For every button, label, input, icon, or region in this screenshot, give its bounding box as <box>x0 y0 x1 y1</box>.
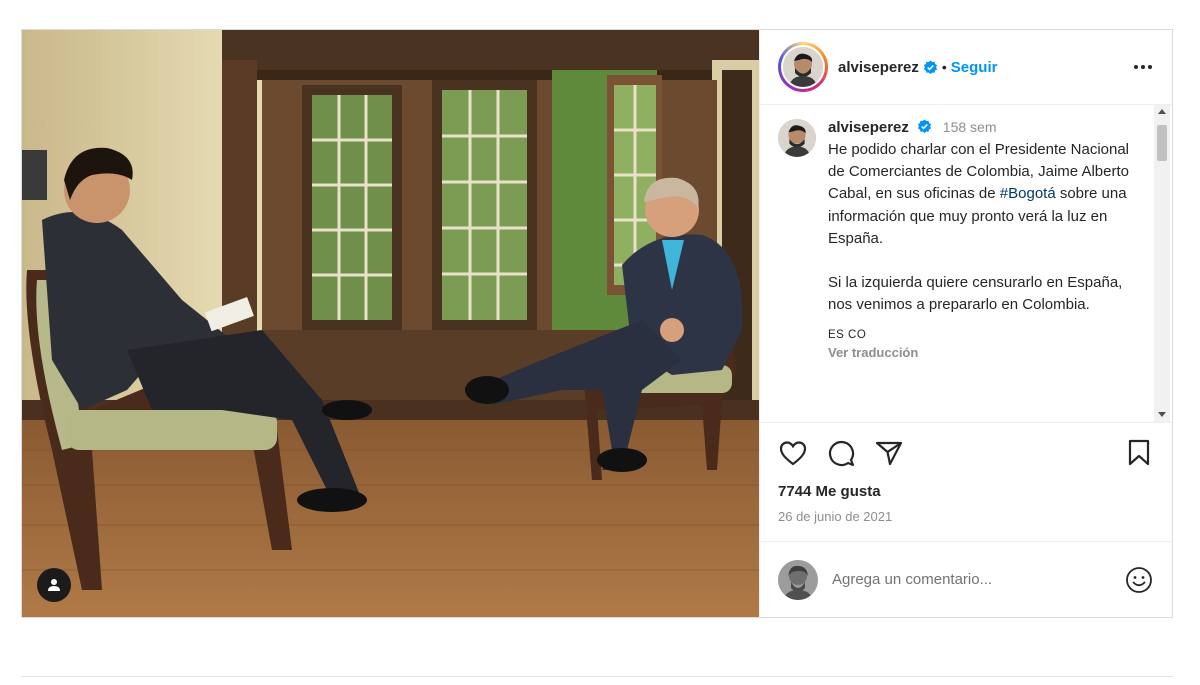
caption-text: He podido charlar con el Presidente Naci… <box>828 139 1138 317</box>
see-translation-link[interactable]: Ver traducción <box>828 345 1138 360</box>
comment-box <box>760 541 1172 617</box>
paper-plane-icon <box>875 441 903 466</box>
more-dots-icon <box>1134 65 1138 69</box>
more-options-button[interactable] <box>1132 59 1154 75</box>
likes-count[interactable]: 7744 Me gusta <box>760 483 1172 505</box>
scrollbar-thumb[interactable] <box>1157 125 1167 161</box>
hashtag-link[interactable]: #Bogotá <box>1000 185 1056 202</box>
avatar <box>783 47 823 87</box>
comment-input[interactable] <box>832 571 1092 588</box>
action-bar <box>760 423 1172 483</box>
bookmark-icon <box>1128 439 1150 466</box>
follow-button[interactable]: Seguir <box>951 59 998 76</box>
heart-icon <box>779 441 807 466</box>
current-user-avatar <box>778 559 818 600</box>
smiley-icon <box>1126 566 1152 593</box>
caption-avatar[interactable] <box>778 119 816 157</box>
story-ring[interactable] <box>778 42 828 92</box>
caption-area: alviseperez 158 sem He podido charlar co… <box>760 105 1172 423</box>
share-button[interactable] <box>874 438 904 468</box>
caption-scrollbar[interactable] <box>1154 105 1170 422</box>
post-header: alviseperez • Seguir <box>760 30 1172 105</box>
post-side-panel: alviseperez • Seguir alviseperez 158 sem… <box>759 30 1172 617</box>
save-button[interactable] <box>1124 438 1154 468</box>
comment-bubble-icon <box>828 440 855 467</box>
caption-text-part2: sobre una información que muy pronto ver… <box>828 185 1127 314</box>
language-tag: ES CO <box>828 328 867 341</box>
instagram-post: alviseperez • Seguir alviseperez 158 sem… <box>21 29 1173 618</box>
caption: alviseperez 158 sem He podido charlar co… <box>778 119 1138 360</box>
verified-badge-icon <box>923 59 937 74</box>
scroll-up-arrow-icon[interactable] <box>1158 109 1166 114</box>
scroll-down-arrow-icon[interactable] <box>1158 412 1166 417</box>
post-image <box>22 30 759 617</box>
user-tag-button[interactable] <box>37 568 71 602</box>
post-age[interactable]: 158 sem <box>943 119 997 135</box>
emoji-button[interactable] <box>1124 565 1154 595</box>
user-tag-icon <box>48 579 60 591</box>
caption-username[interactable]: alviseperez <box>828 119 909 136</box>
author-username[interactable]: alviseperez <box>838 59 919 76</box>
page-divider <box>21 676 1173 677</box>
comment-button[interactable] <box>826 438 856 468</box>
verified-badge-icon <box>918 119 932 134</box>
post-photo[interactable] <box>22 30 759 617</box>
post-date[interactable]: 26 de junio de 2021 <box>760 509 1172 529</box>
like-button[interactable] <box>778 438 808 468</box>
separator-dot: • <box>941 59 947 75</box>
